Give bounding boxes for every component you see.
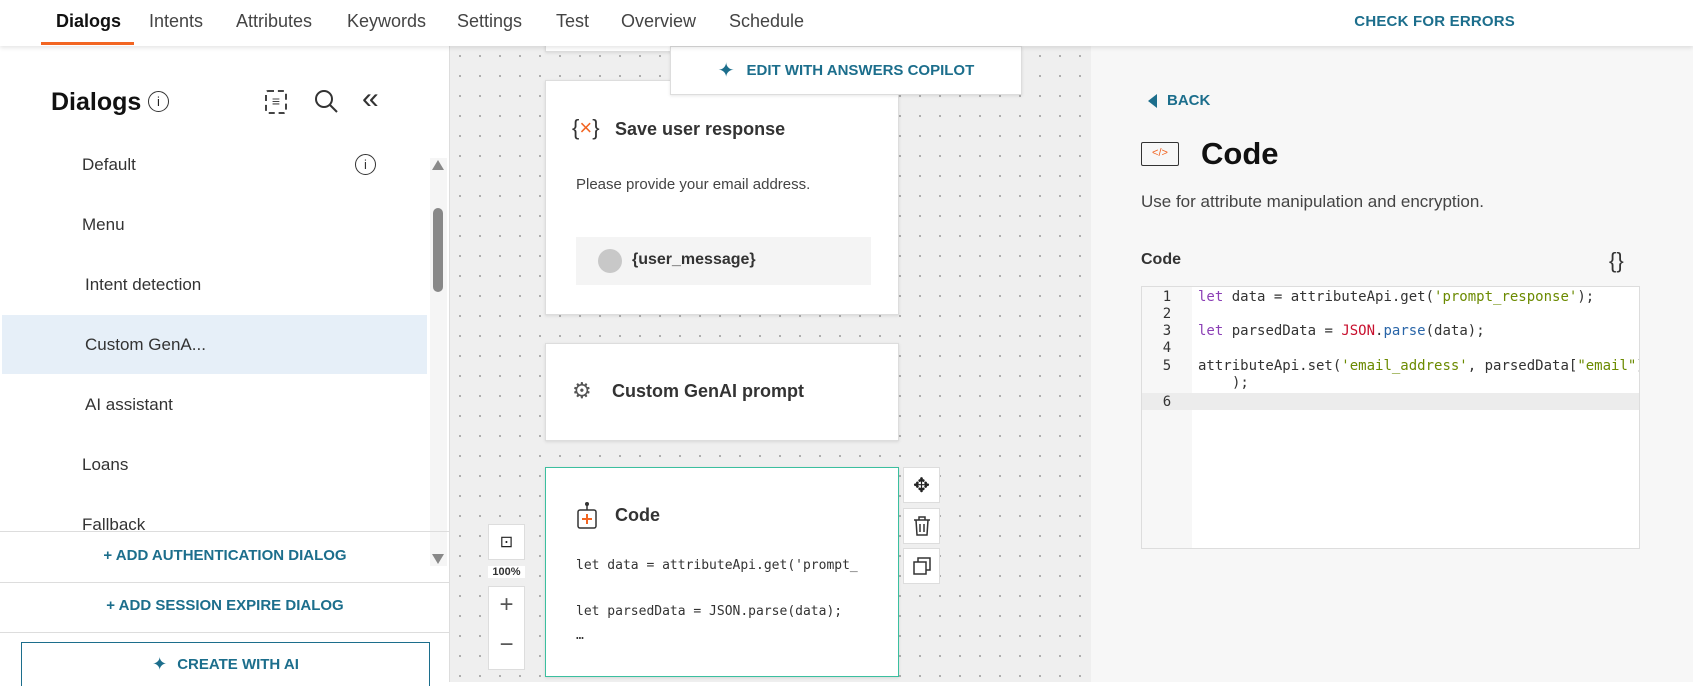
tab-intents[interactable]: Intents [149,11,203,32]
sidebar-item-fallback[interactable]: Fallback [2,495,427,531]
sparkle-icon: ✦ [717,60,735,82]
sidebar-title: Dialogs [51,88,142,116]
tab-overview[interactable]: Overview [621,11,696,32]
code-line: let data = attributeApi.get('prompt_resp… [1198,289,1595,305]
sidebar-item-ai-assistant[interactable]: AI assistant [2,375,427,434]
code-properties-panel: BACK </> Code Use for attribute manipula… [1091,46,1693,682]
robot-code-icon [577,502,597,529]
collapse-icon[interactable]: « [362,82,379,116]
focus-icon: ⊡ [499,534,514,551]
search-icon[interactable] [313,88,339,114]
scroll-up-arrow[interactable] [432,160,444,170]
duplicate-node-button[interactable] [903,548,940,584]
divider [0,632,450,633]
node-save-user-response[interactable]: {×} Save user response Please provide yo… [545,80,899,315]
dialogs-sidebar: Dialogs i ≡ « Default i Menu Intent dete… [0,46,450,686]
scrollbar-thumb[interactable] [433,208,443,292]
move-node-button[interactable]: ✥ [903,467,940,503]
sidebar-item-menu[interactable]: Menu [2,195,427,254]
info-icon[interactable]: i [148,91,169,112]
avatar [598,249,622,273]
tab-attributes[interactable]: Attributes [236,11,312,32]
add-session-expire-dialog-button[interactable]: + ADD SESSION EXPIRE DIALOG [0,597,450,614]
move-icon: ✥ [913,474,930,497]
node-code[interactable]: Code let data = attributeApi.get('prompt… [545,467,899,677]
zoom-level: 100% [488,566,525,578]
divider [0,531,450,532]
delete-node-button[interactable] [903,508,940,544]
back-arrow-icon [1148,93,1157,108]
back-button[interactable]: BACK [1148,92,1210,109]
format-braces-icon[interactable]: {} [1609,248,1624,274]
attribute-icon: {×} [572,115,600,140]
copy-icon [912,557,931,575]
fit-view-button[interactable]: ⊡ [488,524,525,560]
sidebar-item-intent-detection[interactable]: Intent detection [2,255,427,314]
code-icon: </> [1141,142,1179,166]
active-tab-indicator [41,42,134,45]
tab-test[interactable]: Test [556,11,589,32]
code-line: attributeApi.set('email_address', parsed… [1198,358,1639,374]
tab-keywords[interactable]: Keywords [347,11,426,32]
tab-dialogs[interactable]: Dialogs [56,11,121,32]
code-line: let parsedData = JSON.parse(data); [1198,323,1485,339]
list-filter-icon[interactable]: ≡ [265,90,287,114]
trash-icon [913,516,930,536]
create-with-ai-button[interactable]: ✦ CREATE WITH AI [21,642,430,686]
top-nav: Dialogs Intents Attributes Keywords Sett… [0,0,1693,46]
active-line [1142,393,1639,410]
panel-title: Code [1201,136,1279,171]
code-line: ); [1232,375,1249,391]
sparkle-icon: ✦ [152,654,168,674]
sidebar-item-loans[interactable]: Loans [2,435,427,494]
zoom-out-button[interactable]: − [489,631,524,659]
sidebar-item-default[interactable]: Default i [2,135,427,194]
brain-icon: ⚙ [572,378,592,403]
zoom-controls: ⊡ 100% + − [488,524,525,670]
divider [0,582,450,583]
node-custom-genai-prompt[interactable]: ⚙ Custom GenAI prompt [545,343,899,441]
variable-chip: {user_message} [576,237,871,285]
scrollbar[interactable] [430,158,447,566]
tab-settings[interactable]: Settings [457,11,522,32]
check-for-errors-button[interactable]: CHECK FOR ERRORS [1354,13,1515,30]
zoom-buttons: + − [488,586,525,670]
code-editor[interactable]: 1 2 3 4 5 6 let data = attributeApi.get(… [1141,286,1640,549]
zoom-in-button[interactable]: + [489,591,524,619]
edit-with-copilot-button[interactable]: ✦ EDIT WITH ANSWERS COPILOT [670,46,1022,95]
tab-schedule[interactable]: Schedule [729,11,804,32]
info-icon[interactable]: i [355,154,376,175]
add-authentication-dialog-button[interactable]: + ADD AUTHENTICATION DIALOG [0,547,450,564]
sidebar-item-custom-genai[interactable]: Custom GenA... [2,315,427,374]
